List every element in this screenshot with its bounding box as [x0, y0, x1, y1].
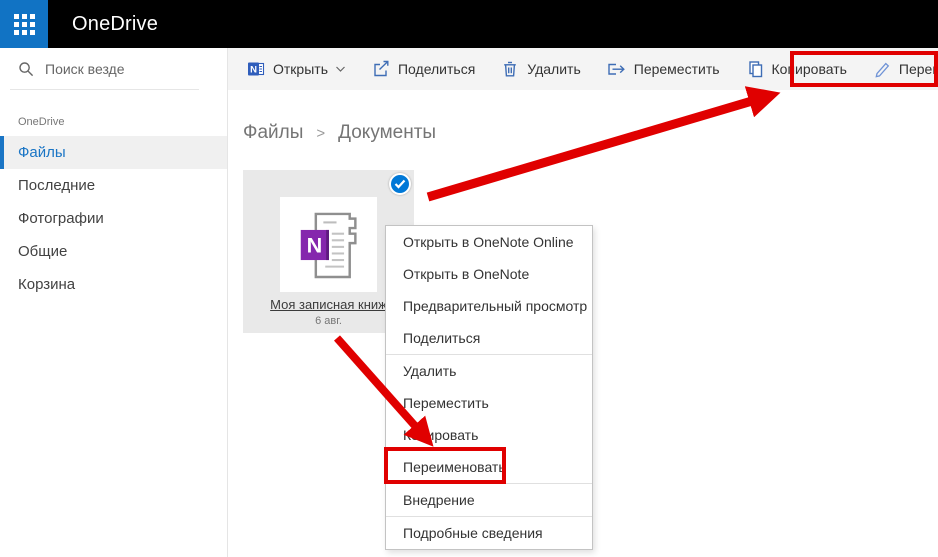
sidebar-item-files[interactable]: Файлы [0, 136, 227, 169]
sidebar: Поиск везде OneDrive Файлы Последние Фот… [0, 48, 228, 557]
onedrive-app: OneDrive Поиск везде OneDrive Файлы Посл… [0, 0, 938, 557]
toolbar-rename-button[interactable]: Переименовать [860, 48, 938, 90]
selected-checkmark-icon[interactable] [389, 173, 411, 195]
chevron-down-icon[interactable] [335, 65, 346, 73]
command-toolbar: N Открыть Поделиться [228, 48, 938, 90]
search-placeholder: Поиск везде [45, 61, 125, 77]
sidebar-nav: Файлы Последние Фотографии Общие Корзина [0, 136, 227, 301]
menu-item-rename[interactable]: Переименовать [386, 451, 592, 483]
toolbar-open-button[interactable]: N Открыть [234, 48, 359, 90]
onenote-notebook-icon: N [280, 197, 377, 292]
menu-item-delete[interactable]: Удалить [386, 355, 592, 387]
toolbar-move-label: Переместить [634, 61, 720, 77]
toolbar-share-label: Поделиться [398, 61, 475, 77]
menu-item-open-onenote[interactable]: Открыть в OneNote [386, 258, 592, 290]
app-title: OneDrive [72, 13, 158, 36]
context-menu-group-details: Подробные сведения [386, 516, 592, 549]
sidebar-section-label: OneDrive [18, 116, 227, 128]
menu-item-details[interactable]: Подробные сведения [386, 517, 592, 549]
annotation-arrow-to-toolbar-rename [428, 101, 752, 197]
search-icon [18, 61, 34, 77]
context-menu: Открыть в OneNote Online Открыть в OneNo… [385, 225, 593, 550]
context-menu-group-open: Открыть в OneNote Online Открыть в OneNo… [386, 226, 592, 354]
menu-item-embed[interactable]: Внедрение [386, 484, 592, 516]
menu-item-copy[interactable]: Копировать [386, 419, 592, 451]
app-launcher-button[interactable] [0, 0, 48, 48]
svg-text:N: N [250, 65, 257, 76]
sidebar-item-photos[interactable]: Фотографии [0, 202, 227, 235]
toolbar-copy-button[interactable]: Копировать [733, 48, 860, 90]
context-menu-group-edit: Удалить Переместить Копировать Переимено… [386, 354, 592, 483]
sidebar-item-recent[interactable]: Последние [0, 169, 227, 202]
toolbar-share-button[interactable]: Поделиться [359, 48, 488, 90]
breadcrumb-files[interactable]: Файлы [243, 122, 303, 144]
toolbar-rename-label: Переименовать [899, 61, 938, 77]
menu-item-move[interactable]: Переместить [386, 387, 592, 419]
share-icon [372, 60, 390, 78]
copy-icon [746, 60, 764, 78]
toolbar-delete-label: Удалить [527, 61, 580, 77]
toolbar-copy-label: Копировать [772, 61, 847, 77]
toolbar-move-button[interactable]: Переместить [594, 48, 733, 90]
move-icon [607, 60, 626, 78]
menu-item-open-onenote-online[interactable]: Открыть в OneNote Online [386, 226, 592, 258]
menu-item-share[interactable]: Поделиться [386, 322, 592, 354]
trash-icon [501, 60, 519, 78]
svg-text:N: N [306, 232, 322, 257]
search-input[interactable]: Поиск везде [10, 48, 199, 90]
waffle-icon [14, 14, 35, 35]
sidebar-item-shared[interactable]: Общие [0, 235, 227, 268]
pencil-icon [873, 60, 891, 78]
toolbar-delete-button[interactable]: Удалить [488, 48, 593, 90]
menu-item-preview[interactable]: Предварительный просмотр [386, 290, 592, 322]
sidebar-item-recycle-bin[interactable]: Корзина [0, 268, 227, 301]
top-bar: OneDrive [0, 0, 938, 48]
context-menu-group-embed: Внедрение [386, 483, 592, 516]
breadcrumb: Файлы > Документы [243, 122, 436, 144]
breadcrumb-documents[interactable]: Документы [338, 122, 436, 144]
toolbar-open-label: Открыть [273, 61, 328, 77]
breadcrumb-separator: > [316, 125, 325, 142]
onenote-icon: N [247, 60, 265, 78]
